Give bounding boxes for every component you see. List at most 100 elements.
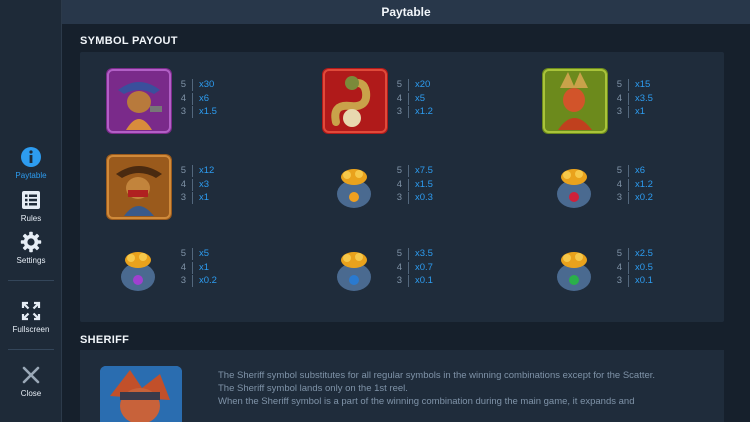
symbol-count: 3 — [396, 192, 402, 203]
pay-row: 3 x0.2 — [178, 274, 217, 288]
outlaw-symbol-icon — [106, 154, 172, 220]
sheriff-description: The Sheriff symbol substitutes for all r… — [218, 369, 698, 409]
symbol-count: 5 — [396, 165, 402, 176]
symbol-count: 5 — [396, 248, 402, 259]
page-title: Paytable — [381, 5, 431, 19]
pay-separator — [192, 106, 193, 118]
payout-multiplier: x20 — [415, 79, 431, 90]
pay-list: 5 x7.5 4 x1.5 3 x0.3 — [394, 164, 433, 205]
info-icon — [21, 147, 41, 167]
sidebar-item-paytable[interactable]: Paytable — [0, 146, 62, 180]
pay-row: 3 x0.1 — [614, 274, 653, 288]
pay-row: 3 x1 — [178, 191, 214, 205]
sidebar: Paytable Rules Settings Fullscreen Close — [0, 0, 62, 422]
symbol-count: 4 — [616, 178, 622, 190]
symbol-count: 4 — [180, 261, 186, 273]
payout-multiplier: x1.5 — [199, 106, 217, 117]
pay-separator — [192, 275, 193, 287]
pay-separator — [408, 192, 409, 204]
payout-multiplier: x6 — [199, 92, 210, 104]
pay-row: 5 x5 — [178, 247, 217, 261]
paytable-screen: Paytable Rules Settings Fullscreen Close… — [0, 0, 750, 422]
close-icon — [22, 366, 40, 384]
gear-icon — [20, 231, 42, 253]
pay-row: 4 x3.5 — [614, 92, 653, 106]
pay-row: 4 x3 — [178, 178, 214, 192]
pay-row: 3 x1.2 — [394, 105, 433, 119]
payout-multiplier: x0.2 — [635, 192, 653, 203]
payout-multiplier: x6 — [635, 165, 646, 176]
pay-row: 4 x0.7 — [394, 261, 433, 275]
symbol-count: 3 — [616, 275, 622, 286]
pay-row: 5 x7.5 — [394, 164, 433, 178]
payout-multiplier: x1 — [199, 261, 210, 273]
section-title-sheriff: SHERIFF — [80, 334, 130, 346]
payout-multiplier: x0.7 — [415, 261, 433, 273]
sidebar-divider — [8, 349, 54, 350]
pay-separator — [192, 79, 193, 91]
symbol-bag-q: 5 x5 4 x1 3 x0.2 — [80, 237, 290, 313]
pay-separator — [408, 165, 409, 177]
payout-multiplier: x12 — [199, 165, 215, 176]
symbol-count: 4 — [616, 92, 622, 104]
symbol-count: 5 — [180, 248, 186, 259]
pay-row: 4 x6 — [178, 92, 217, 106]
payout-multiplier: x0.2 — [199, 275, 217, 286]
sidebar-item-label: Close — [20, 389, 42, 398]
pay-separator — [628, 92, 629, 105]
symbol-outlaw: 5 x12 4 x3 3 x1 — [80, 154, 290, 230]
symbol-count: 5 — [616, 165, 622, 176]
paytable-content[interactable]: SYMBOL PAYOUT 5 x30 4 x6 3 x1.5 5 x20 4 … — [62, 24, 750, 422]
sidebar-item-label: Paytable — [15, 171, 47, 180]
pay-row: 4 x1.5 — [394, 178, 433, 192]
fullscreen-icon — [21, 301, 41, 321]
symbol-count: 4 — [616, 261, 622, 273]
pay-separator — [408, 178, 409, 191]
sidebar-item-rules[interactable]: Rules — [0, 189, 62, 223]
symbol-count: 3 — [616, 192, 622, 203]
payout-multiplier: x30 — [199, 79, 215, 90]
pay-row: 5 x12 — [178, 164, 214, 178]
pay-row: 3 x0.2 — [614, 191, 653, 205]
pay-list: 5 x5 4 x1 3 x0.2 — [178, 247, 217, 288]
symbol-bag-j: 5 x3.5 4 x0.7 3 x0.1 — [296, 237, 506, 313]
pay-list: 5 x6 4 x1.2 3 x0.2 — [614, 164, 653, 205]
payout-multiplier: x1.2 — [635, 178, 653, 190]
pay-list: 5 x30 4 x6 3 x1.5 — [178, 78, 217, 119]
symbol-count: 4 — [180, 92, 186, 104]
pay-separator — [628, 192, 629, 204]
symbol-count: 4 — [180, 178, 186, 190]
snake-symbol-icon — [322, 68, 388, 134]
pay-row: 4 x1.2 — [614, 178, 653, 192]
payout-multiplier: x0.1 — [635, 275, 653, 286]
symbol-cowgirl: 5 x30 4 x6 3 x1.5 — [80, 68, 290, 144]
pay-separator — [192, 92, 193, 105]
sidebar-item-fullscreen[interactable]: Fullscreen — [0, 300, 62, 334]
symbol-payout-panel: 5 x30 4 x6 3 x1.5 5 x20 4 x5 3 x1.2 5 x1… — [80, 52, 724, 322]
pay-separator — [192, 192, 193, 204]
pay-list: 5 x3.5 4 x0.7 3 x0.1 — [394, 247, 433, 288]
header-bar: Paytable — [62, 0, 750, 24]
payout-multiplier: x2.5 — [635, 248, 653, 259]
symbol-count: 5 — [616, 79, 622, 90]
pay-separator — [628, 178, 629, 191]
pay-separator — [192, 261, 193, 274]
symbol-count: 3 — [616, 106, 622, 117]
payout-multiplier: x0.5 — [635, 261, 653, 273]
pay-row: 3 x1 — [614, 105, 653, 119]
sidebar-item-close[interactable]: Close — [0, 364, 62, 398]
symbol-count: 3 — [180, 192, 186, 203]
pay-list: 5 x12 4 x3 3 x1 — [178, 164, 214, 205]
pay-separator — [628, 275, 629, 287]
sidebar-item-settings[interactable]: Settings — [0, 231, 62, 265]
payout-multiplier: x3.5 — [635, 92, 653, 104]
pay-row: 5 x2.5 — [614, 247, 653, 261]
pay-separator — [628, 165, 629, 177]
money-bag-10-icon — [557, 252, 591, 291]
symbol-bag-a: 5 x7.5 4 x1.5 3 x0.3 — [296, 154, 506, 230]
symbol-count: 5 — [616, 248, 622, 259]
pay-row: 5 x3.5 — [394, 247, 433, 261]
symbol-count: 5 — [180, 79, 186, 90]
money-bag-j-icon — [337, 252, 371, 291]
cowgirl-symbol-icon — [106, 68, 172, 134]
